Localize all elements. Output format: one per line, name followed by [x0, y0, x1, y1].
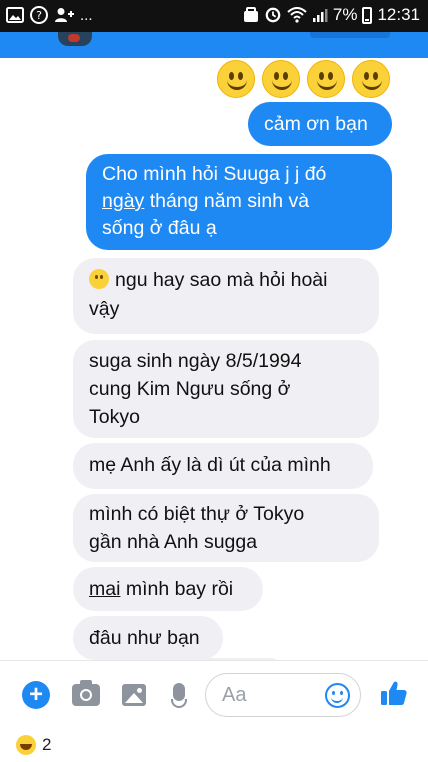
message-text-underlined: mai — [89, 578, 121, 600]
smiley-emoji-icon — [352, 60, 390, 98]
microphone-stand — [171, 699, 187, 708]
message-bubble-incoming[interactable]: mình có biệt thự ở Tokyo gần nhà Anh sug… — [73, 494, 379, 562]
smiley-emoji-icon — [307, 60, 345, 98]
add-person-icon — [55, 8, 74, 22]
status-bar: ? ... 7% 12:31 — [0, 0, 428, 32]
message-text: cảm ơn bạn — [264, 113, 368, 135]
message-bubble-incoming[interactable]: mẹ Anh ấy là dì út của mình — [73, 443, 373, 489]
message-text-underlined: ngày — [102, 190, 145, 212]
plus-icon[interactable]: + — [22, 681, 50, 709]
message-bubble-incoming[interactable]: đâu như bạn — [73, 616, 223, 660]
message-bubble-outgoing[interactable]: cảm ơn bạn — [248, 102, 392, 146]
status-bar-left: ? ... — [6, 6, 93, 24]
message-bubble-incoming[interactable]: ngu hay sao mà hỏi hoài vậy — [73, 258, 379, 334]
notification-image-icon — [6, 7, 24, 23]
battery-icon — [362, 6, 373, 24]
sent-emoji-row — [217, 60, 390, 98]
message-line: gần nhà Anh sugga — [89, 531, 258, 553]
message-bubble-incoming[interactable]: suga sinh ngày 8/5/1994 cung Kim Ngưu số… — [73, 340, 379, 438]
smiley-emoji-icon — [262, 60, 300, 98]
message-input[interactable] — [222, 684, 322, 707]
message-text: đâu như bạn — [89, 627, 200, 649]
status-time: 12:31 — [377, 5, 420, 24]
header-action-area — [310, 32, 390, 38]
battery-percent: 7% — [332, 5, 358, 24]
avatar-accent — [68, 34, 80, 42]
message-line: suga sinh ngày 8/5/1994 — [89, 350, 302, 372]
message-line: Tokyo — [89, 406, 140, 428]
message-input-box[interactable] — [205, 673, 361, 717]
conversation-header — [0, 32, 428, 58]
smiley-emoji-icon — [217, 60, 255, 98]
reaction-count[interactable]: 2 — [42, 735, 51, 755]
message-line: ngày tháng năm sinh và — [102, 188, 376, 215]
message-text: mình bay rồi — [125, 578, 234, 600]
svg-text:?: ? — [36, 9, 42, 22]
message-text: ngu hay sao mà hỏi hoài — [115, 269, 328, 291]
message-line: Cho mình hỏi Suuga j j đó — [102, 163, 327, 185]
message-line: mình có biệt thự ở Tokyo — [89, 503, 305, 525]
message-list[interactable]: cảm ơn bạn Cho mình hỏi Suuga j j đó ngà… — [0, 58, 428, 660]
message-line: cung Kim Ngưu sống ở — [89, 378, 291, 400]
signal-icon — [312, 9, 328, 22]
message-text: tháng năm sinh và — [149, 190, 310, 212]
smiley-emoji-icon — [89, 269, 109, 289]
thumbs-up-icon[interactable] — [380, 679, 408, 707]
message-bubble-incoming[interactable]: mai mình bay rồi — [73, 567, 263, 611]
message-text: mẹ Anh ấy là dì út của mình — [89, 454, 331, 476]
wifi-icon — [287, 7, 307, 23]
message-line: sống ở đâu ạ — [102, 217, 217, 239]
emoji-picker-icon[interactable] — [325, 683, 350, 708]
help-icon: ? — [30, 6, 48, 24]
gallery-icon[interactable] — [122, 684, 146, 706]
message-bubble-outgoing[interactable]: Cho mình hỏi Suuga j j đó ngày tháng năm… — [86, 154, 392, 250]
notification-overflow: ... — [80, 6, 93, 24]
status-bar-right: 7% 12:31 — [243, 5, 420, 25]
message-line: vậy — [89, 298, 120, 320]
reactions-footer: 2 — [0, 728, 428, 762]
camera-icon[interactable] — [72, 680, 100, 706]
message-line: ngu hay sao mà hỏi hoài — [89, 266, 363, 295]
composer-bar: + — [0, 660, 428, 728]
clock-icon — [265, 7, 281, 23]
alarm-icon — [243, 7, 258, 22]
laughing-emoji-icon[interactable] — [16, 735, 36, 755]
